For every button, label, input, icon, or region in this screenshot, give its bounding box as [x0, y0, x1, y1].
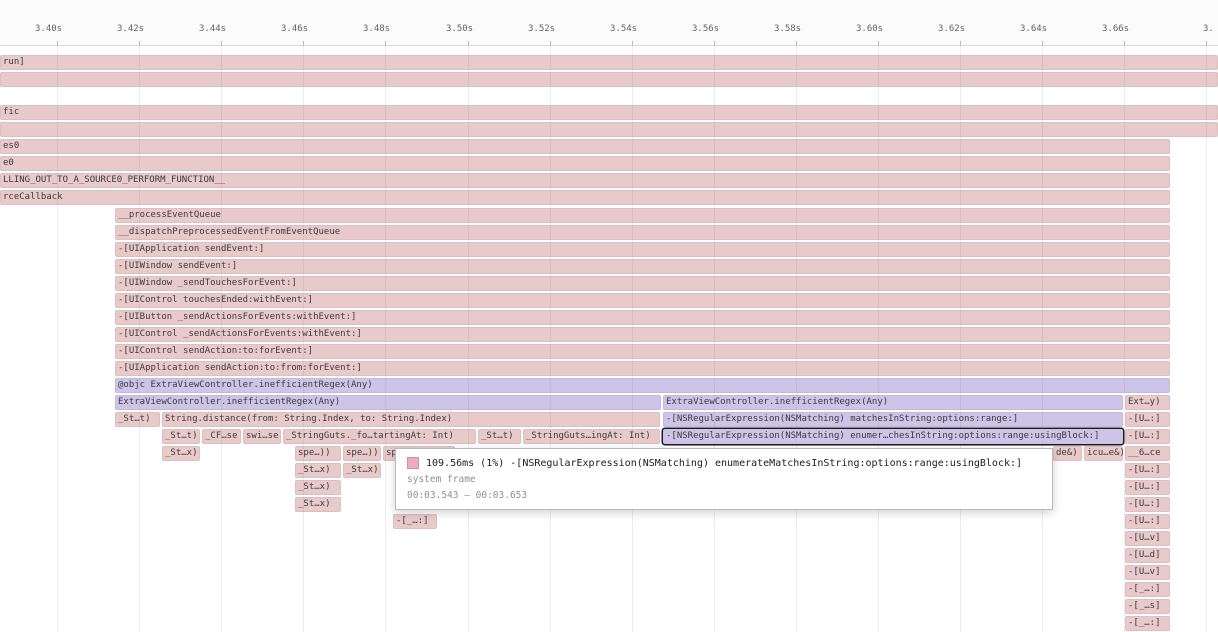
tick-mark [960, 41, 961, 46]
tick-mark [550, 41, 551, 46]
time-tick-label: 3.42s [117, 24, 144, 34]
flame-bar[interactable]: spe…)) [295, 446, 341, 461]
time-tick-label: 3. [1203, 24, 1214, 34]
flame-bar[interactable]: -[UIControl touchesEnded:withEvent:] [115, 293, 1170, 308]
flame-bar[interactable]: -[U…:] [1125, 463, 1170, 478]
flame-bar[interactable]: -[UIControl sendAction:to:forEvent:] [115, 344, 1170, 359]
flame-bar[interactable]: -[U…d] [1125, 548, 1170, 563]
flame-bar[interactable]: __6…ce [1125, 446, 1170, 461]
time-tick-label: 3.50s [446, 24, 473, 34]
flame-bar[interactable]: _St…t) [478, 429, 521, 444]
flame-bar[interactable]: run] [0, 55, 1218, 70]
flame-bar[interactable]: @objc ExtraViewController.inefficientReg… [115, 378, 1170, 393]
flame-bar[interactable]: -[_…:] [1125, 582, 1170, 597]
flame-bar[interactable]: _St…t) [162, 429, 200, 444]
flame-bar[interactable]: _St…x) [162, 446, 200, 461]
flame-bar[interactable]: _StringGuts._fo…tartingAt: Int) [283, 429, 476, 444]
time-tick-label: 3.52s [528, 24, 555, 34]
flame-bar[interactable]: spe…)) [343, 446, 381, 461]
flame-bar[interactable]: _St…x) [295, 497, 341, 512]
tick-mark [385, 41, 386, 46]
flame-bar[interactable]: -[_…:] [393, 514, 437, 529]
time-tick-label: 3.44s [199, 24, 226, 34]
flame-bar[interactable]: -[U…:] [1125, 497, 1170, 512]
tick-mark [1206, 41, 1207, 46]
tick-mark [1042, 41, 1043, 46]
time-tick-label: 3.66s [1102, 24, 1129, 34]
tick-mark [796, 41, 797, 46]
tick-mark [1124, 41, 1125, 46]
timeline-ruler[interactable]: 3.40s 3.42s 3.44s 3.46s 3.48s 3.50s 3.52s 3.54s… [0, 0, 1218, 46]
flame-bar[interactable]: e0 [0, 156, 1170, 171]
flame-bar[interactable]: -[NSRegularExpression(NSMatching) enumer… [663, 429, 1123, 444]
flame-bar[interactable]: -[_…:] [1125, 616, 1170, 631]
flame-bar[interactable]: ExtraViewController.inefficientRegex(Any… [115, 395, 661, 410]
time-tick-label: 3.54s [610, 24, 637, 34]
time-tick-label: 3.60s [856, 24, 883, 34]
tooltip-subtitle: system frame [407, 474, 1041, 485]
time-tick-label: 3.58s [774, 24, 801, 34]
flame-bar[interactable]: -[U…v] [1125, 565, 1170, 580]
flame-bar[interactable]: -[U…:] [1125, 480, 1170, 495]
flame-bar[interactable]: Ext…y) [1125, 395, 1170, 410]
flame-chart-view: 3.40s 3.42s 3.44s 3.46s 3.48s 3.50s 3.52s 3.54s… [0, 0, 1218, 632]
flame-bar[interactable]: -[UIApplication sendEvent:] [115, 242, 1170, 257]
flame-bar[interactable] [0, 72, 1218, 87]
flame-bar[interactable]: -[NSRegularExpression(NSMatching) matche… [663, 412, 1123, 427]
flame-bar[interactable]: _St…x) [295, 463, 341, 478]
flame-bar[interactable]: LLING_OUT_TO_A_SOURCE0_PERFORM_FUNCTION_… [0, 173, 1170, 188]
flame-bar[interactable]: -[UIControl _sendActionsForEvents:withEv… [115, 327, 1170, 342]
flame-bar[interactable]: -[U…:] [1125, 514, 1170, 529]
tooltip-title: 109.56ms (1%) -[NSRegularExpression(NSMa… [426, 458, 1022, 469]
flame-bar[interactable]: de&) [1053, 446, 1082, 461]
flame-bar[interactable]: -[UIWindow _sendTouchesForEvent:] [115, 276, 1170, 291]
flame-bar[interactable]: -[_…s] [1125, 599, 1170, 614]
flame-bar[interactable]: rceCallback [0, 190, 1170, 205]
flame-bar[interactable]: swi…se [243, 429, 281, 444]
flame-bar[interactable]: _CF…se [202, 429, 241, 444]
flame-bar[interactable]: String.distance(from: String.Index, to: … [162, 412, 660, 427]
time-tick-label: 3.64s [1020, 24, 1047, 34]
flame-bar[interactable]: -[U…:] [1125, 429, 1170, 444]
flame-bar[interactable]: -[UIApplication sendAction:to:from:forEv… [115, 361, 1170, 376]
flame-bar[interactable]: ExtraViewController.inefficientRegex(Any… [663, 395, 1123, 410]
flame-bar[interactable]: _St…x) [343, 463, 381, 478]
tooltip-title-row: 109.56ms (1%) -[NSRegularExpression(NSMa… [407, 457, 1041, 469]
tick-mark [221, 41, 222, 46]
flame-bar[interactable]: -[UIWindow sendEvent:] [115, 259, 1170, 274]
tick-mark [632, 41, 633, 46]
flame-bar[interactable]: __dispatchPreprocessedEventFromEventQueu… [115, 225, 1170, 240]
tick-mark [714, 41, 715, 46]
time-tick-label: 3.46s [281, 24, 308, 34]
flame-bar[interactable]: -[UIButton _sendActionsForEvents:withEve… [115, 310, 1170, 325]
tick-mark [57, 41, 58, 46]
flame-bar[interactable]: icu…e&) [1084, 446, 1123, 461]
flame-bar[interactable]: _St…t) [115, 412, 160, 427]
tooltip-time-range: 00:03.543 — 00:03.653 [407, 490, 1041, 501]
flame-bar[interactable]: es0 [0, 139, 1170, 154]
flame-bar[interactable]: -[U…v] [1125, 531, 1170, 546]
tick-mark [468, 41, 469, 46]
tick-mark [139, 41, 140, 46]
flame-bar[interactable] [0, 122, 1218, 137]
time-tick-label: 3.62s [938, 24, 965, 34]
flame-bar[interactable]: _StringGuts…ingAt: Int) [523, 429, 660, 444]
time-tick-label: 3.56s [692, 24, 719, 34]
frame-tooltip: 109.56ms (1%) -[NSRegularExpression(NSMa… [395, 448, 1053, 510]
time-tick-label: 3.48s [363, 24, 390, 34]
flame-bar[interactable]: -[U…:] [1125, 412, 1170, 427]
flame-bar[interactable]: __processEventQueue [115, 208, 1170, 223]
flame-bar[interactable]: _St…x) [295, 480, 341, 495]
time-tick-label: 3.40s [35, 24, 62, 34]
tick-mark [303, 41, 304, 46]
tick-mark [878, 41, 879, 46]
category-color-swatch [407, 457, 419, 469]
flame-bar[interactable]: fic [0, 105, 1218, 120]
